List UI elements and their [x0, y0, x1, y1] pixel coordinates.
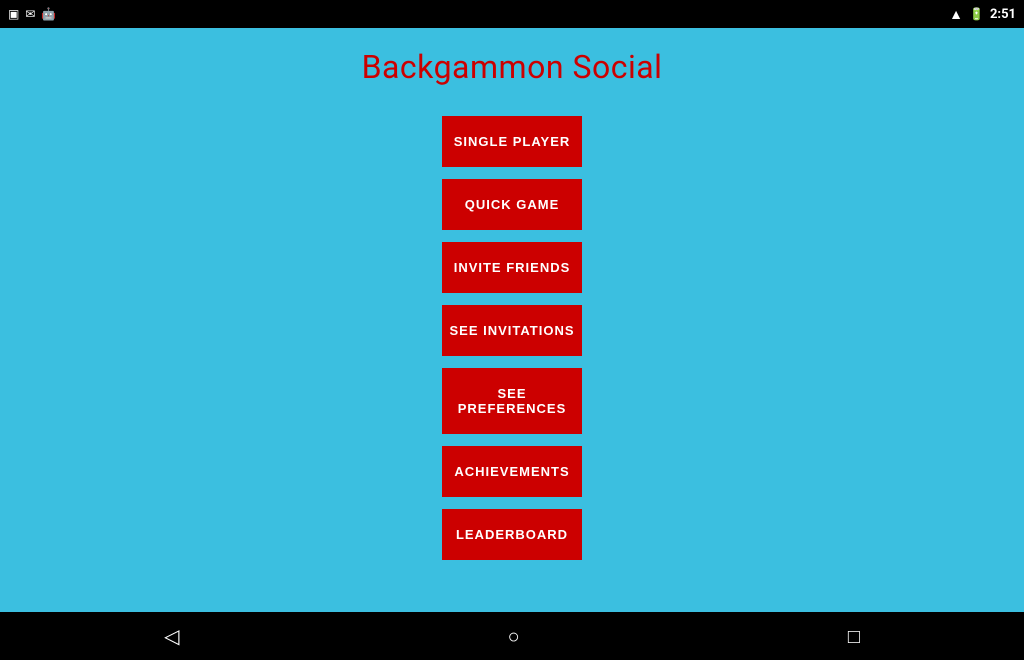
back-button[interactable]: ◁ [164, 624, 179, 648]
see-preferences-button[interactable]: SEE PREFERENCES [442, 368, 582, 434]
quick-game-button[interactable]: QUICK GAME [442, 179, 582, 230]
home-button[interactable]: ○ [508, 624, 520, 649]
leaderboard-button[interactable]: LEADERBOARD [442, 509, 582, 560]
menu-buttons: SINGLE PLAYER QUICK GAME INVITE FRIENDS … [442, 116, 582, 560]
status-bar-right: ▲ 🔋 2:51 [949, 6, 1016, 23]
single-player-button[interactable]: SINGLE PLAYER [442, 116, 582, 167]
battery-icon: 🔋 [969, 7, 984, 21]
see-invitations-button[interactable]: SEE INVITATIONS [442, 305, 582, 356]
app-title: Backgammon Social [362, 48, 663, 86]
nav-bar: ◁ ○ □ [0, 612, 1024, 660]
achievements-button[interactable]: ACHIEVEMENTS [442, 446, 582, 497]
recent-apps-button[interactable]: □ [848, 624, 860, 649]
notification-icon: ▣ [8, 7, 19, 21]
status-time: 2:51 [990, 7, 1016, 22]
android-icon: 🤖 [41, 7, 56, 21]
main-content: Backgammon Social SINGLE PLAYER QUICK GA… [0, 28, 1024, 612]
invite-friends-button[interactable]: INVITE FRIENDS [442, 242, 582, 293]
status-bar: ▣ ✉ 🤖 ▲ 🔋 2:51 [0, 0, 1024, 28]
status-bar-left: ▣ ✉ 🤖 [8, 7, 56, 21]
wifi-icon: ▲ [949, 6, 963, 23]
message-icon: ✉ [25, 7, 35, 21]
